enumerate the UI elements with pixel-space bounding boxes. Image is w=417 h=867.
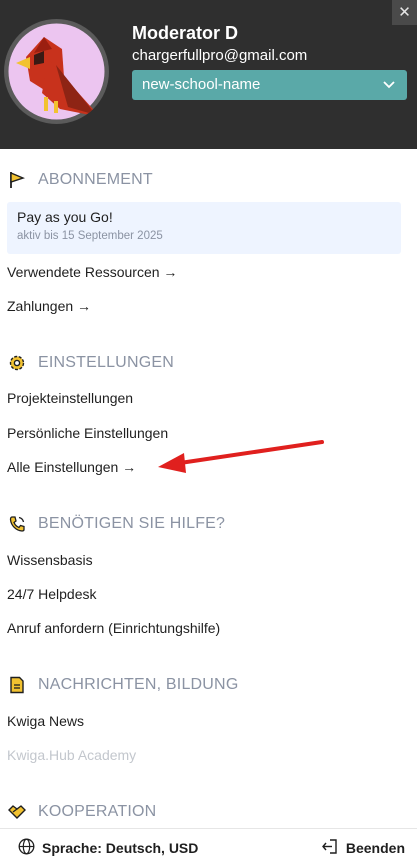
globe-icon: [18, 838, 35, 858]
link-kwiga-hub-academy[interactable]: Kwiga.Hub Academy: [7, 747, 136, 763]
school-select[interactable]: new-school-name: [132, 70, 407, 100]
logout-button[interactable]: Beenden: [321, 838, 405, 858]
link-all-settings[interactable]: Alle Einstellungen →: [7, 459, 136, 475]
link-kwiga-news[interactable]: Kwiga News: [7, 713, 84, 729]
link-request-call[interactable]: Anruf anfordern (Einrichtungshilfe): [7, 620, 220, 636]
close-icon: ✕: [398, 4, 411, 21]
link-payments[interactable]: Zahlungen →: [7, 298, 91, 314]
language-button[interactable]: Sprache: Deutsch, USD: [18, 838, 198, 858]
section-news-header: NACHRICHTEN, BILDUNG: [8, 676, 238, 694]
school-select-value: new-school-name: [142, 76, 261, 93]
section-title: NACHRICHTEN, BILDUNG: [38, 676, 239, 693]
handshake-icon: [8, 803, 26, 821]
annotation-arrow: [150, 436, 330, 481]
link-personal-settings[interactable]: Persönliche Einstellungen: [7, 425, 168, 441]
link-project-settings[interactable]: Projekteinstellungen: [7, 390, 133, 406]
section-title: ABONNEMENT: [38, 171, 153, 188]
language-label: Sprache: Deutsch, USD: [42, 840, 199, 856]
logout-icon: [321, 838, 338, 858]
link-used-resources[interactable]: Verwendete Ressourcen →: [7, 264, 177, 280]
section-help-header: BENÖTIGEN SIE HILFE?: [8, 515, 225, 533]
phone-icon: [8, 515, 26, 533]
link-helpdesk[interactable]: 24/7 Helpdesk: [7, 586, 97, 602]
footer-bar: Sprache: Deutsch, USD Beenden: [0, 828, 417, 867]
cardinal-bird-icon: [4, 19, 109, 124]
section-subscription-header: ABONNEMENT: [8, 171, 153, 189]
plan-title: Pay as you Go!: [17, 209, 113, 225]
section-title: EINSTELLUNGEN: [38, 354, 174, 371]
section-title: BENÖTIGEN SIE HILFE?: [38, 515, 226, 532]
plan-card: Pay as you Go! aktiv bis 15 September 20…: [7, 202, 401, 254]
close-button[interactable]: ✕: [392, 0, 417, 25]
chevron-down-icon: [383, 70, 395, 100]
document-icon: [8, 676, 26, 694]
plan-expiry: aktiv bis 15 September 2025: [17, 230, 163, 242]
section-title: KOOPERATION: [38, 803, 157, 820]
section-settings-header: EINSTELLUNGEN: [8, 354, 174, 372]
section-cooperation-header: KOOPERATION: [8, 803, 156, 821]
gear-icon: [8, 354, 26, 372]
profile-header: ✕ Moderator D chargerfullpro@gmail.com n…: [0, 0, 417, 149]
link-knowledge-base[interactable]: Wissensbasis: [7, 552, 93, 568]
flag-icon: [8, 171, 26, 189]
user-name: Moderator D: [132, 23, 239, 43]
avatar[interactable]: [4, 19, 109, 124]
user-email: chargerfullpro@gmail.com: [132, 47, 308, 64]
logout-label: Beenden: [345, 840, 405, 856]
